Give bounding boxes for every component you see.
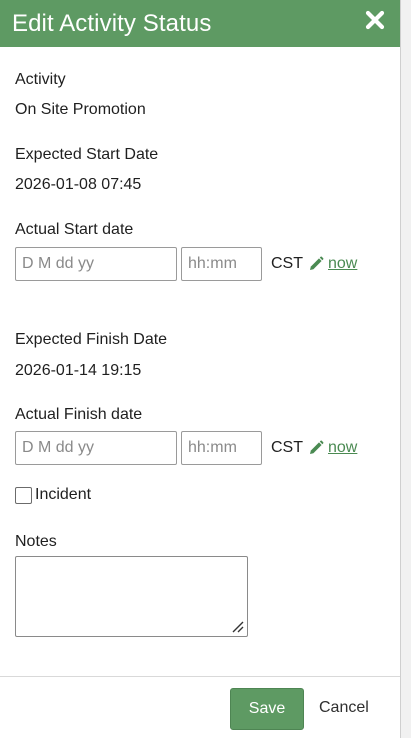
incident-row: Incident xyxy=(15,486,91,504)
expected-finish-label: Expected Finish Date xyxy=(15,331,168,348)
notes-textarea[interactable] xyxy=(15,556,248,637)
close-icon[interactable] xyxy=(364,9,386,31)
notes-label: Notes xyxy=(15,533,57,550)
expected-finish-value: 2026-01-14 19:15 xyxy=(15,362,142,379)
dialog-title: Edit Activity Status xyxy=(12,9,212,37)
incident-checkbox[interactable] xyxy=(15,486,32,504)
actual-start-time-input[interactable] xyxy=(181,247,262,281)
activity-value: On Site Promotion xyxy=(15,101,146,118)
actual-finish-date-input[interactable] xyxy=(15,431,177,465)
expected-start-value: 2026-01-08 07:45 xyxy=(15,176,142,193)
actual-finish-timezone: CST xyxy=(271,439,303,456)
dialog-titlebar: Edit Activity Status xyxy=(0,0,400,47)
activity-label: Activity xyxy=(15,71,66,88)
pencil-icon[interactable] xyxy=(307,255,325,273)
dialog-footer: Save Cancel xyxy=(0,676,400,738)
actual-finish-label: Actual Finish date xyxy=(15,406,143,423)
actual-start-date-input[interactable] xyxy=(15,247,177,281)
cancel-button[interactable]: Cancel xyxy=(319,699,369,717)
pencil-icon[interactable] xyxy=(307,439,325,457)
actual-start-timezone: CST xyxy=(271,255,303,272)
expected-start-label: Expected Start Date xyxy=(15,146,159,163)
actual-start-label: Actual Start date xyxy=(15,221,134,238)
resize-grip-icon[interactable] xyxy=(231,620,244,633)
save-button[interactable]: Save xyxy=(230,688,304,730)
edit-activity-status-dialog: Edit Activity Status Activity On Site Pr… xyxy=(0,0,401,738)
actual-finish-row: CST now xyxy=(15,430,357,466)
actual-finish-now-link[interactable]: now xyxy=(328,439,357,457)
actual-finish-time-input[interactable] xyxy=(181,431,262,465)
incident-label: Incident xyxy=(35,486,92,503)
actual-start-row: CST now xyxy=(15,246,357,282)
actual-start-now-link[interactable]: now xyxy=(328,255,357,273)
